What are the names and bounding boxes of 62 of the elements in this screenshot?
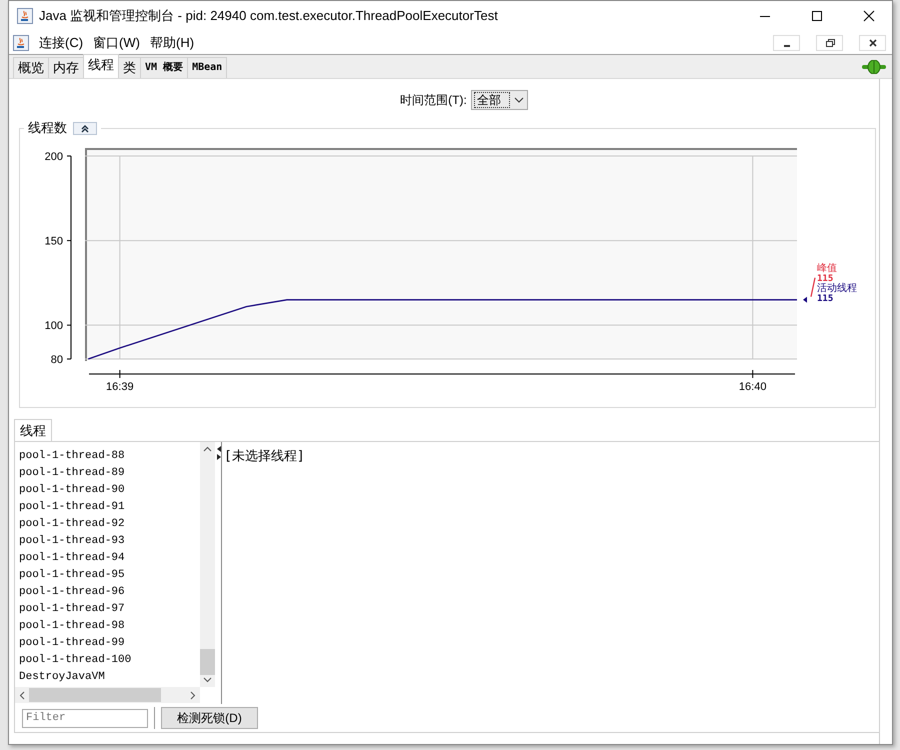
inner-restore-button[interactable] (816, 34, 843, 50)
peak-leader-line (810, 278, 816, 297)
thread-list-item[interactable]: pool-1-thread-96 (19, 584, 200, 601)
legend-label: 活动线程 (817, 284, 857, 294)
close-icon (868, 38, 878, 48)
thread-list-item[interactable]: pool-1-thread-88 (19, 448, 200, 465)
thread-list-item[interactable]: pool-1-thread-93 (19, 533, 200, 550)
splitter-arrows-icon[interactable] (216, 446, 220, 460)
connection-plug-icon (862, 60, 886, 74)
thread-list-item[interactable]: pool-1-thread-94 (19, 550, 200, 567)
legend-value: 115 (817, 294, 834, 304)
tab[interactable]: MBean (187, 57, 228, 78)
filter-field[interactable]: Filter (22, 708, 148, 728)
panel-tab[interactable]: 线程 (14, 419, 52, 441)
horizontal-scrollbar[interactable] (15, 687, 200, 703)
thread-details-text: [未选择线程] (224, 449, 305, 464)
thread-list-item[interactable]: pool-1-thread-95 (19, 567, 200, 584)
minimize-icon (784, 44, 790, 46)
scroll-left-icon (19, 690, 25, 700)
window-title: Java 监视和管理控制台 - pid: 24940 com.test.executor.ThreadPoolExecutorTest (39, 7, 499, 25)
scrollbar-thumb[interactable] (29, 688, 161, 702)
time-range-dropdown[interactable]: 全部 (470, 90, 528, 110)
detect-deadlock-button[interactable]: 检测死锁(D) (161, 707, 258, 729)
scroll-down-icon (203, 677, 212, 683)
menu-item[interactable]: 连接(C) (39, 32, 84, 52)
scroll-right-icon (190, 690, 196, 700)
thread-list-item[interactable]: pool-1-thread-98 (19, 618, 200, 635)
x-tick-label: 16:40 (738, 381, 766, 393)
menu-item[interactable]: 帮助(H) (150, 32, 194, 52)
thread-list-item[interactable]: pool-1-thread-92 (19, 516, 200, 533)
tab[interactable]: 线程 (83, 54, 119, 78)
y-tick-label: 100 (44, 320, 63, 332)
double-chevron-up-icon (80, 124, 90, 132)
tab[interactable]: 概览 (13, 57, 49, 78)
chart-title: 线程数 (28, 119, 67, 137)
java-cup-icon (13, 34, 29, 50)
inner-minimize-button[interactable] (773, 34, 800, 50)
legend-label: 峰值 (817, 264, 838, 274)
thread-list-item[interactable]: DestroyJavaVM (19, 669, 200, 686)
thread-list-item[interactable]: pool-1-thread-100 (19, 652, 200, 669)
close-icon (863, 10, 875, 22)
java-cup-icon (17, 8, 33, 24)
time-range-label: 时间范围(T): (400, 92, 467, 108)
vertical-scrollbar[interactable] (200, 442, 215, 687)
legend-value: 115 (817, 274, 834, 284)
inner-close-button[interactable] (859, 34, 886, 50)
thread-list-item[interactable]: pool-1-thread-99 (19, 635, 200, 652)
current-value-marker (803, 296, 807, 303)
thread-list-item[interactable]: pool-1-thread-89 (19, 465, 200, 482)
y-tick-label: 80 (50, 354, 63, 366)
scrollbar-thumb[interactable] (200, 649, 215, 675)
thread-list-item[interactable]: pool-1-thread-97 (19, 601, 200, 618)
x-tick-label: 16:39 (106, 381, 134, 393)
collapse-button[interactable] (73, 122, 97, 134)
thread-list-item[interactable]: pool-1-thread-91 (19, 499, 200, 516)
restore-icon (824, 38, 834, 48)
y-tick-label: 200 (44, 151, 63, 163)
thread-list-item[interactable]: pool-1-thread-90 (19, 482, 200, 499)
y-tick-label: 150 (44, 236, 63, 248)
maximize-icon (811, 10, 823, 22)
menu-item[interactable]: 窗口(W) (93, 32, 140, 52)
scroll-up-icon (203, 446, 212, 452)
